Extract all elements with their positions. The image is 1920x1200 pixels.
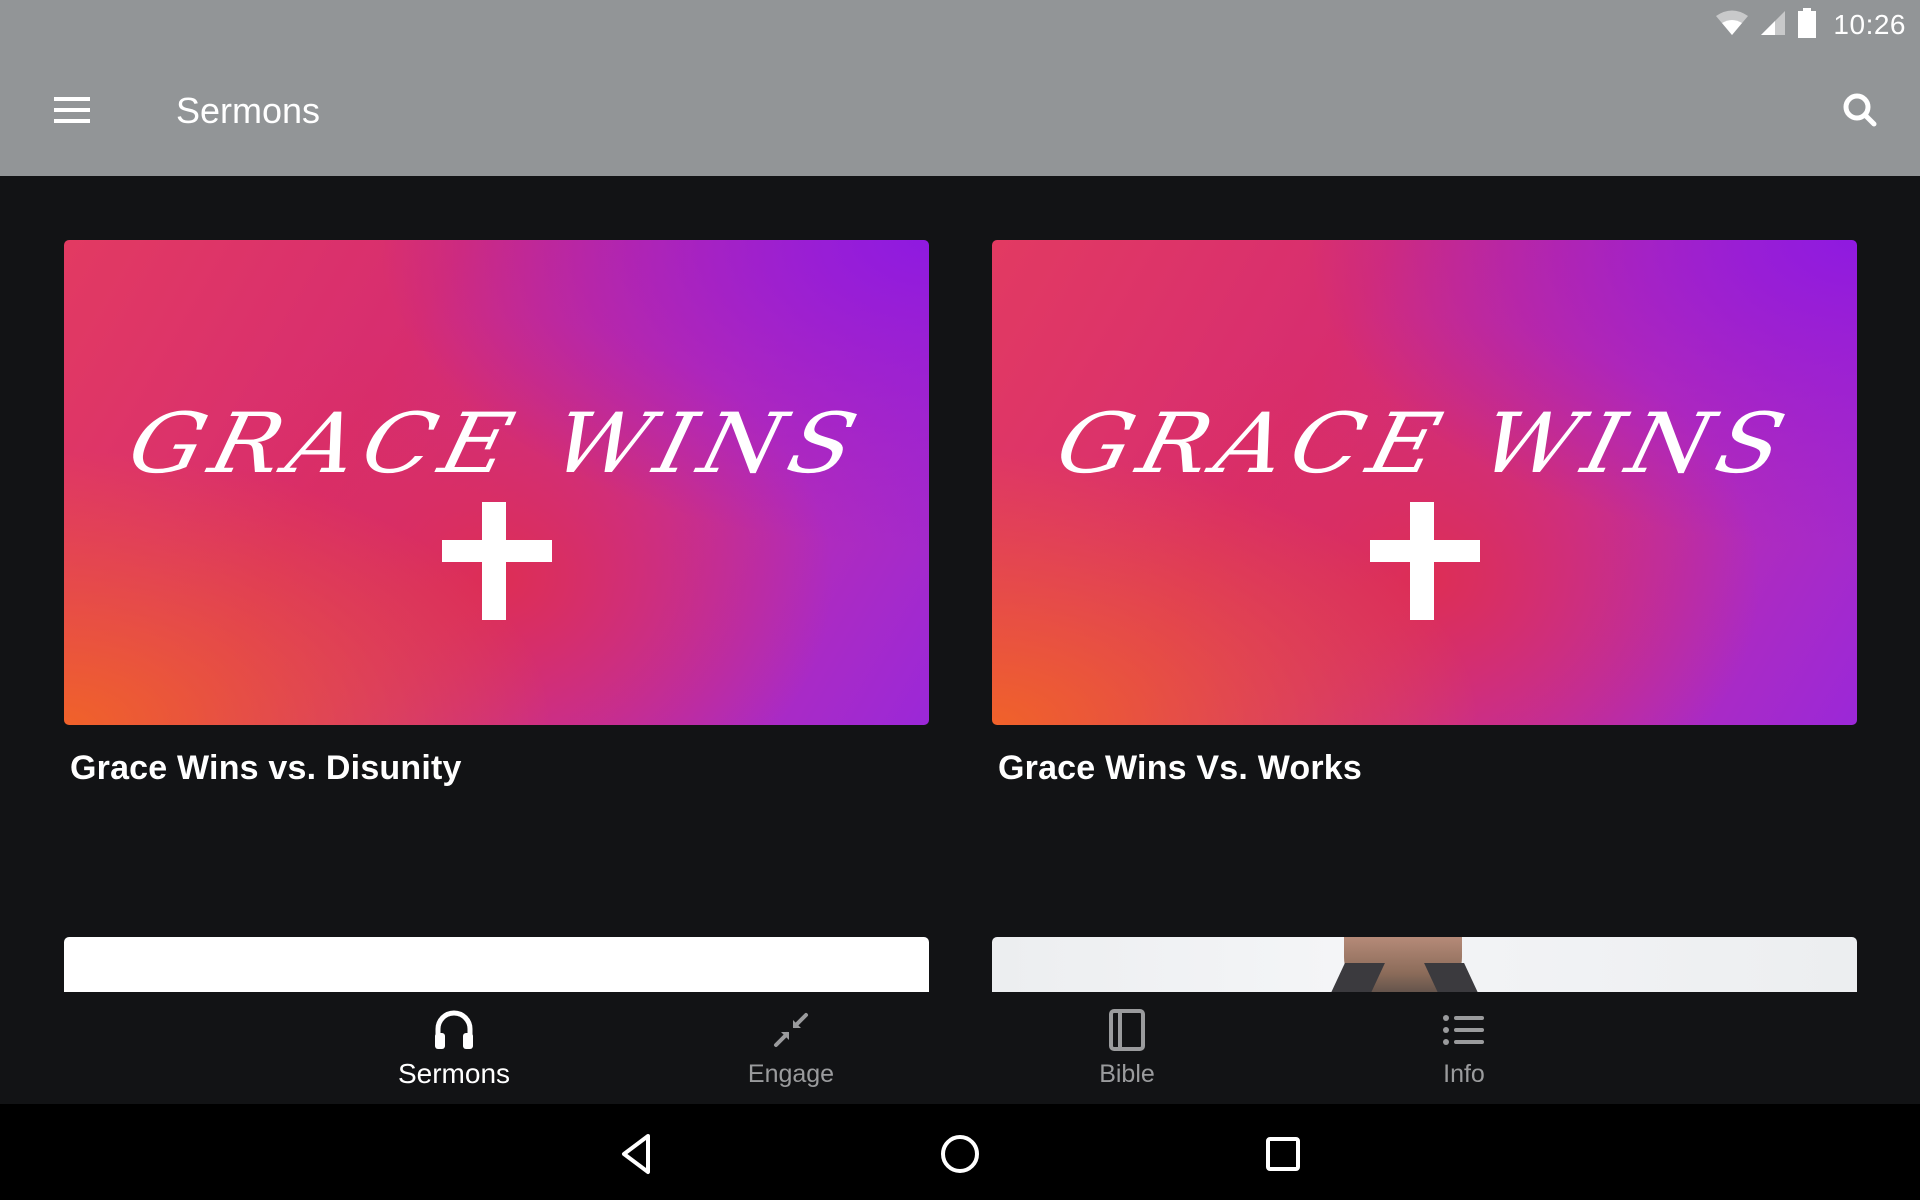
artwork-title: GRACE WINS [119, 395, 874, 492]
sermon-artwork: GRACE WINS [64, 240, 929, 725]
sermon-card[interactable]: GRACE WINS Grace Wins Vs. Works [992, 240, 1857, 788]
sermon-card[interactable]: GRACE WINS Grace Wins vs. Disunity [64, 240, 929, 788]
cell-signal-icon [1759, 9, 1787, 42]
system-nav-bar [0, 1104, 1920, 1200]
nav-item-sermons[interactable]: Sermons [354, 992, 554, 1104]
home-button[interactable] [928, 1124, 992, 1188]
menu-button[interactable] [40, 88, 104, 136]
cross-icon [441, 502, 552, 620]
arrows-collapse-icon [770, 1006, 812, 1054]
battery-icon [1797, 7, 1817, 43]
nav-item-info[interactable]: Info [1364, 992, 1564, 1104]
headphones-icon [433, 1006, 475, 1054]
nav-item-bible[interactable]: Bible [1027, 992, 1227, 1104]
cross-icon [1369, 502, 1480, 620]
list-icon [1442, 1006, 1486, 1054]
back-button[interactable] [604, 1124, 668, 1188]
search-icon [1840, 90, 1880, 135]
page-title: Sermons [176, 90, 321, 131]
nav-label: Bible [1099, 1060, 1155, 1088]
recents-icon [1263, 1134, 1303, 1179]
sermon-card-partial[interactable] [64, 937, 929, 992]
artwork-title: GRACE WINS [1047, 395, 1802, 492]
status-icons: 10:26 [1715, 7, 1906, 43]
back-icon [616, 1132, 656, 1181]
hamburger-menu-icon [52, 95, 92, 130]
status-bar: 10:26 [0, 0, 1920, 48]
wifi-icon [1715, 9, 1749, 42]
nav-label: Engage [747, 1060, 835, 1088]
sermon-artwork: GRACE WINS [992, 240, 1857, 725]
book-icon [1107, 1006, 1147, 1054]
nav-item-engage[interactable]: Engage [691, 992, 891, 1104]
sermon-card-partial[interactable] [992, 937, 1857, 992]
search-button[interactable] [1828, 84, 1892, 140]
sermon-title: Grace Wins Vs. Works [998, 749, 1362, 787]
nav-label: Sermons [397, 1058, 511, 1089]
nav-label: Info [1443, 1060, 1485, 1088]
sermon-grid: GRACE WINS Grace Wins vs. Disunity GRACE… [0, 176, 1920, 992]
status-time: 10:26 [1833, 9, 1906, 40]
bottom-nav: Sermons Engage Bible Info [0, 992, 1920, 1104]
sermon-title: Grace Wins vs. Disunity [70, 749, 462, 787]
app-bar: Sermons [0, 48, 1920, 176]
recents-button[interactable] [1251, 1124, 1315, 1188]
home-icon [938, 1132, 982, 1181]
